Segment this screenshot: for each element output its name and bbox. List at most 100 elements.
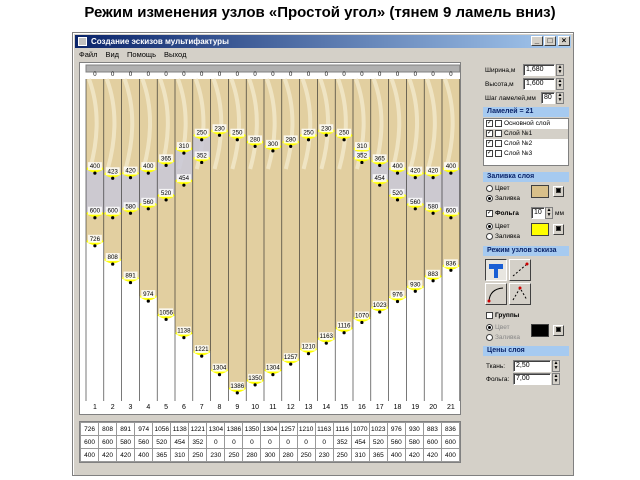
- table-cell[interactable]: 230: [314, 448, 334, 462]
- table-cell[interactable]: 0: [206, 435, 226, 449]
- step-spinner[interactable]: ▲ ▼: [556, 92, 564, 104]
- group-checkbox[interactable]: Группы: [486, 312, 519, 319]
- table-cell[interactable]: 400: [386, 448, 406, 462]
- table-cell[interactable]: 352: [188, 435, 208, 449]
- foil-pick-button[interactable]: ▣: [553, 224, 564, 235]
- table-cell[interactable]: 580: [116, 435, 136, 449]
- table-cell[interactable]: 836: [440, 422, 461, 436]
- arc-mode-button[interactable]: [485, 283, 507, 305]
- fabric-price-spinner[interactable]: ▲ ▼: [552, 360, 560, 372]
- table-cell[interactable]: 1138: [170, 422, 190, 436]
- group-swatch[interactable]: [531, 324, 549, 337]
- foil-fill-radio[interactable]: Заливка: [486, 233, 520, 240]
- foil-spinner[interactable]: ▲ ▼: [545, 207, 553, 219]
- table-cell[interactable]: 250: [296, 448, 316, 462]
- group-color-radio[interactable]: Цвет: [486, 324, 510, 331]
- layer-item[interactable]: ✓ Основной слой: [484, 119, 568, 129]
- table-cell[interactable]: 1350: [242, 422, 262, 436]
- fabric-price-field[interactable]: 2,50: [513, 360, 551, 372]
- table-cell[interactable]: 1221: [188, 422, 208, 436]
- table-cell[interactable]: 365: [152, 448, 172, 462]
- table-cell[interactable]: 280: [242, 448, 262, 462]
- table-cell[interactable]: 400: [440, 448, 461, 462]
- table-cell[interactable]: 0: [260, 435, 280, 449]
- menu-exit[interactable]: Выход: [164, 49, 186, 61]
- table-cell[interactable]: 0: [314, 435, 334, 449]
- foil-price-spinner[interactable]: ▲ ▼: [552, 373, 560, 385]
- table-cell[interactable]: 400: [79, 448, 100, 462]
- sketch-svg[interactable]: 0400600726104236008082042058089130400560…: [80, 63, 461, 415]
- fill-pick-button[interactable]: ▣: [553, 186, 564, 197]
- table-cell[interactable]: 454: [170, 435, 190, 449]
- simple-angle-mode-button[interactable]: [485, 259, 507, 281]
- foil-price-field[interactable]: 7,00: [513, 373, 551, 385]
- foil-field[interactable]: 10: [531, 207, 545, 219]
- table-cell[interactable]: 726: [79, 422, 100, 436]
- fill-swatch[interactable]: [531, 185, 549, 198]
- maximize-button[interactable]: □: [544, 36, 556, 46]
- foil-checkbox[interactable]: ✓ Фольга: [486, 210, 519, 217]
- table-cell[interactable]: 976: [386, 422, 406, 436]
- table-cell[interactable]: 808: [98, 422, 118, 436]
- table-cell[interactable]: 560: [386, 435, 406, 449]
- layer-item[interactable]: ✓ Слой №2: [484, 139, 568, 149]
- table-cell[interactable]: 600: [422, 435, 442, 449]
- menu-help[interactable]: Помощь: [127, 49, 156, 61]
- foil-color-radio[interactable]: Цвет: [486, 223, 510, 230]
- table-cell[interactable]: 400: [134, 448, 154, 462]
- table-cell[interactable]: 520: [152, 435, 172, 449]
- table-cell[interactable]: 891: [116, 422, 136, 436]
- table-cell[interactable]: 580: [404, 435, 424, 449]
- close-button[interactable]: ×: [558, 36, 570, 46]
- table-cell[interactable]: 600: [98, 435, 118, 449]
- table-cell[interactable]: 883: [422, 422, 442, 436]
- table-cell[interactable]: 1023: [368, 422, 388, 436]
- sketch-canvas[interactable]: 0 400 600 726 1 0 423 600 808 2 0 420 580 891 3 0 400 560…: [79, 62, 461, 415]
- layer-item[interactable]: ✓ Слой №3: [484, 149, 568, 159]
- table-cell[interactable]: 420: [422, 448, 442, 462]
- table-cell[interactable]: 420: [116, 448, 136, 462]
- table-cell[interactable]: 1163: [314, 422, 334, 436]
- peak-mode-button[interactable]: [509, 283, 531, 305]
- layer-item[interactable]: ✓ Слой №1: [484, 129, 568, 139]
- table-cell[interactable]: 280: [278, 448, 298, 462]
- table-cell[interactable]: 310: [170, 448, 190, 462]
- table-cell[interactable]: 974: [134, 422, 154, 436]
- width-spinner[interactable]: ▲ ▼: [556, 64, 564, 76]
- table-cell[interactable]: 420: [98, 448, 118, 462]
- menu-file[interactable]: Файл: [79, 49, 97, 61]
- table-cell[interactable]: 365: [368, 448, 388, 462]
- table-cell[interactable]: 1116: [332, 422, 352, 436]
- table-cell[interactable]: 454: [350, 435, 370, 449]
- fill-color-radio[interactable]: Цвет: [486, 185, 510, 192]
- height-spinner[interactable]: ▲ ▼: [556, 78, 564, 90]
- minimize-button[interactable]: _: [531, 36, 543, 46]
- table-cell[interactable]: 310: [350, 448, 370, 462]
- line-mode-button[interactable]: [509, 259, 531, 281]
- table-cell[interactable]: 420: [404, 448, 424, 462]
- table-cell[interactable]: 600: [79, 435, 100, 449]
- fill-fill-radio[interactable]: Заливка: [486, 195, 520, 202]
- table-cell[interactable]: 352: [332, 435, 352, 449]
- step-field[interactable]: 80: [541, 92, 555, 104]
- table-cell[interactable]: 250: [224, 448, 244, 462]
- table-cell[interactable]: 0: [242, 435, 262, 449]
- table-cell[interactable]: 1386: [224, 422, 244, 436]
- table-cell[interactable]: 300: [260, 448, 280, 462]
- table-cell[interactable]: 1257: [278, 422, 298, 436]
- table-cell[interactable]: 930: [404, 422, 424, 436]
- width-field[interactable]: 1,680: [523, 64, 555, 76]
- table-cell[interactable]: 250: [332, 448, 352, 462]
- table-cell[interactable]: 0: [296, 435, 316, 449]
- table-cell[interactable]: 250: [188, 448, 208, 462]
- table-cell[interactable]: 560: [134, 435, 154, 449]
- table-cell[interactable]: 1304: [260, 422, 280, 436]
- table-cell[interactable]: 0: [224, 435, 244, 449]
- group-fill-radio[interactable]: Заливка: [486, 334, 520, 341]
- table-cell[interactable]: 1070: [350, 422, 370, 436]
- height-field[interactable]: 1,600: [523, 78, 555, 90]
- table-cell[interactable]: 1056: [152, 422, 172, 436]
- table-cell[interactable]: 600: [440, 435, 461, 449]
- table-cell[interactable]: 520: [368, 435, 388, 449]
- table-cell[interactable]: 1210: [296, 422, 316, 436]
